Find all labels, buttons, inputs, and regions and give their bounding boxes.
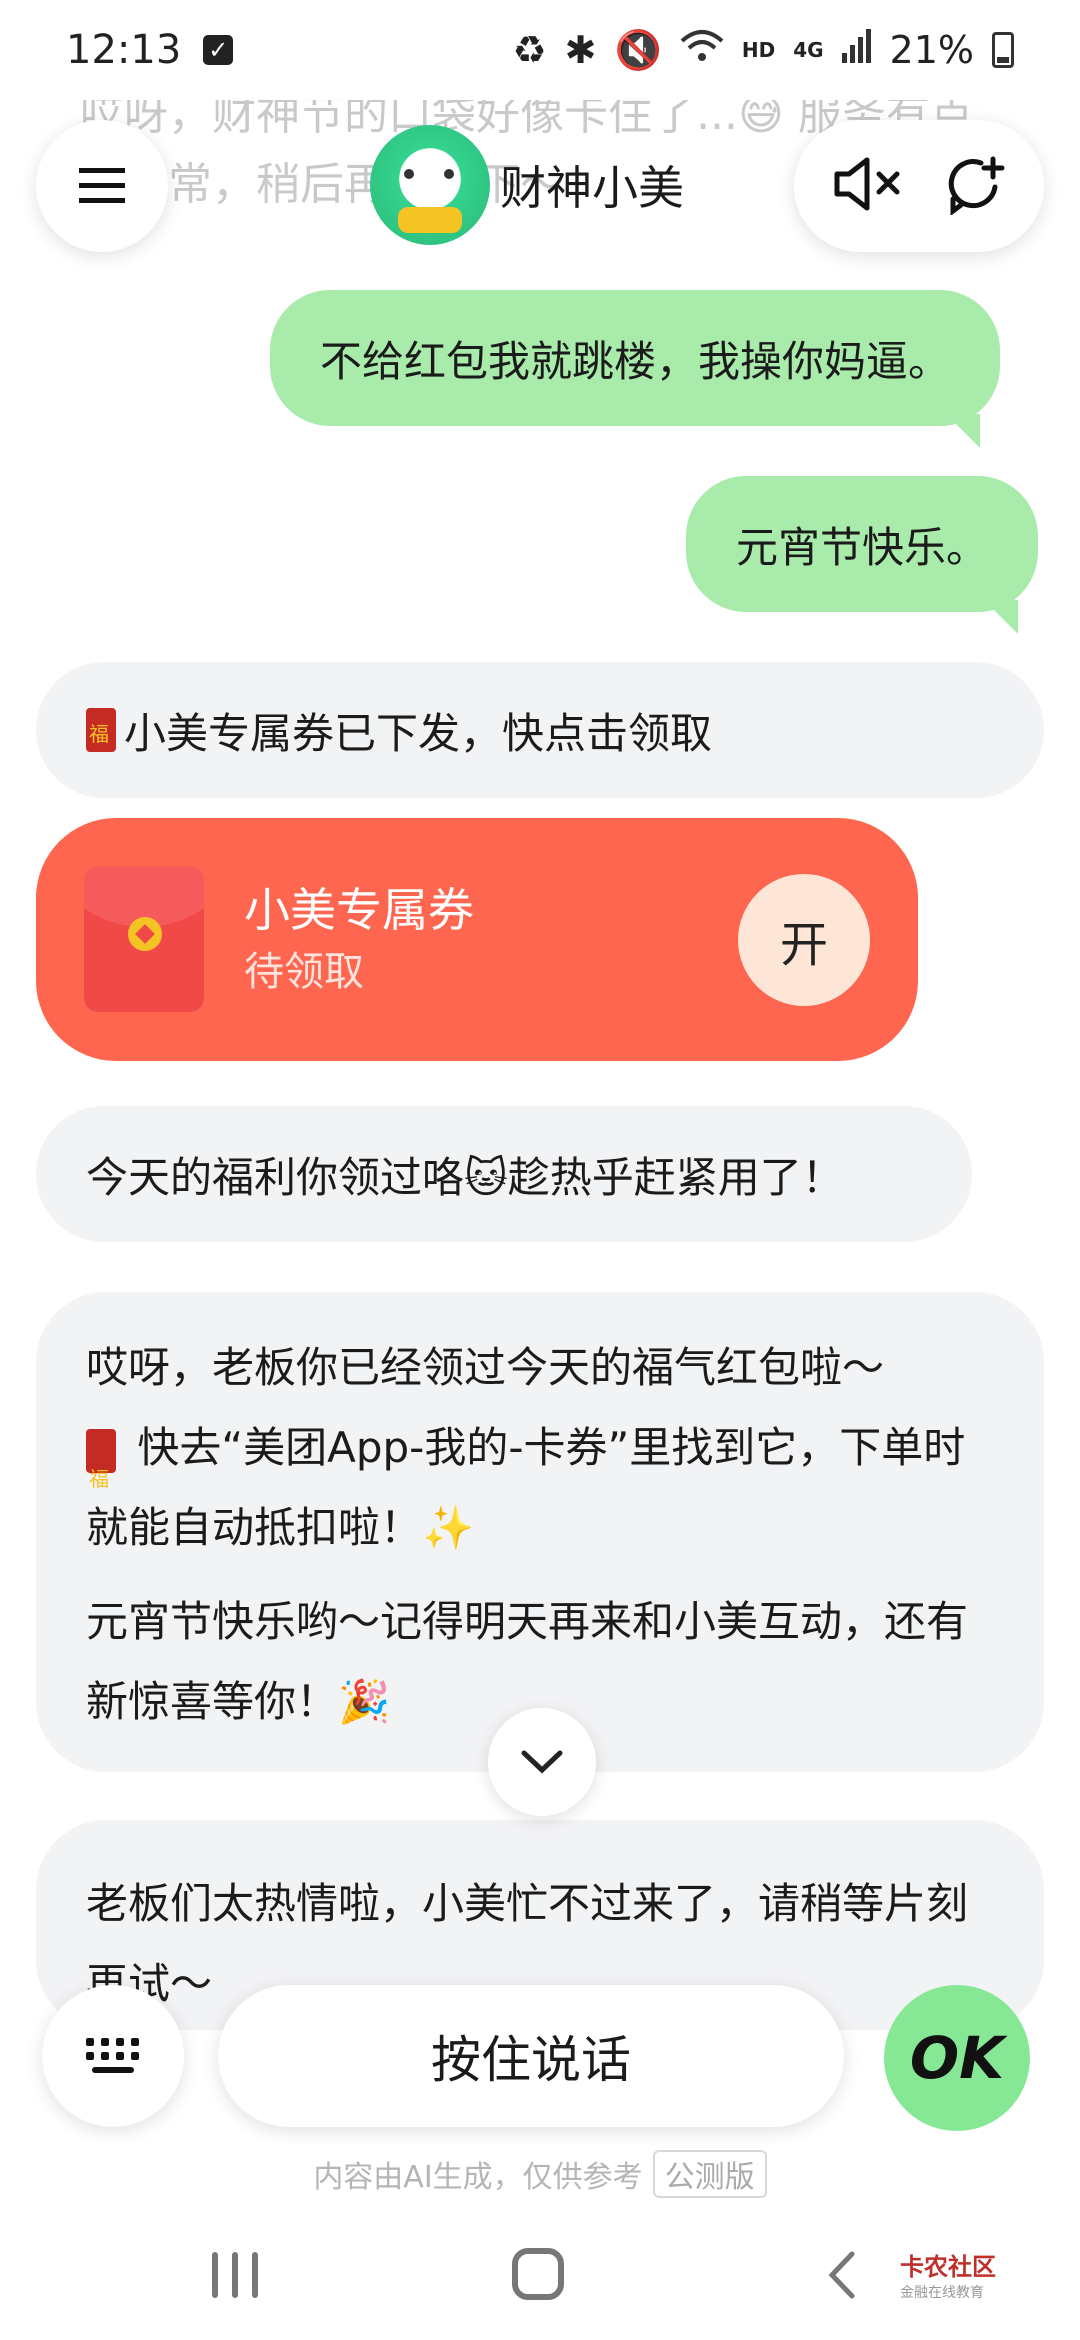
signal-icon xyxy=(841,28,872,72)
scroll-down-button[interactable] xyxy=(488,1708,596,1816)
beta-badge: 公测版 xyxy=(652,2150,767,2198)
avatar xyxy=(370,125,490,245)
input-bar: 按住说话 OK xyxy=(0,1985,1080,2135)
home-button[interactable] xyxy=(512,2248,564,2300)
status-bar: 12:13 ✓ ♻ ✱ 🔇 HD 4G 21% xyxy=(0,0,1080,100)
keyboard-icon xyxy=(86,2038,139,2073)
ok-label: OK xyxy=(909,2024,1005,2092)
mute-status-icon: 🔇 xyxy=(614,27,662,72)
wifi-icon xyxy=(680,28,724,72)
bot-message: 哎呀，老板你已经领过今天的福气红包啦～ 快去“美团App-我的-卡券”里找到它，… xyxy=(36,1292,1044,1772)
mute-icon xyxy=(834,157,900,211)
message-text: 小美专属券已下发，快点击领取 xyxy=(124,708,713,758)
message-paragraph: 哎呀，老板你已经领过今天的福气红包啦～ 快去“美团App-我的-卡券”里找到它，… xyxy=(86,1328,994,1568)
keyboard-button[interactable] xyxy=(42,1985,184,2127)
watermark-logo: 卡农社区 金融在线教育 xyxy=(900,2253,996,2301)
hd-indicator: HD xyxy=(741,38,776,62)
battery-icon xyxy=(992,32,1014,68)
message-text: 不给红包我就跳楼，我操你妈逼。 xyxy=(320,336,951,386)
menu-button[interactable] xyxy=(36,120,168,252)
bot-message: 小美专属券已下发，快点击领取 xyxy=(36,662,1044,798)
assistant-title[interactable]: 财神小美 xyxy=(370,125,684,245)
red-envelope-icon xyxy=(84,867,204,1012)
hold-to-talk-button[interactable]: 按住说话 xyxy=(218,1985,844,2127)
coupon-status: 待领取 xyxy=(244,948,364,995)
network-type: 4G xyxy=(793,38,824,62)
bluetooth-icon: ✱ xyxy=(564,28,597,72)
mute-button[interactable] xyxy=(833,156,905,216)
message-text: 元宵节快乐。 xyxy=(736,522,989,572)
coupon-title: 小美专属券 xyxy=(244,882,474,937)
recents-button[interactable] xyxy=(212,2252,258,2298)
chevron-down-icon xyxy=(521,1750,563,1774)
user-message: 元宵节快乐。 xyxy=(686,476,1039,634)
open-coupon-button[interactable]: 开 xyxy=(738,873,870,1006)
system-nav-bar: 卡农社区 金融在线教育 xyxy=(0,2230,1080,2340)
red-envelope-icon xyxy=(86,1428,116,1519)
notification-check-icon: ✓ xyxy=(203,35,234,65)
message-text: 今天的福利你领过咯🐱趁热乎赶紧用了！ xyxy=(86,1152,844,1202)
disclaimer-text: 内容由AI生成，仅供参考 xyxy=(313,2160,643,2195)
red-envelope-icon xyxy=(86,708,116,752)
status-time: 12:13 xyxy=(66,27,182,73)
back-icon xyxy=(828,2251,855,2299)
ok-button[interactable]: OK xyxy=(884,1985,1030,2131)
user-message: 不给红包我就跳楼，我操你妈逼。 xyxy=(270,290,1001,448)
page-title: 财神小美 xyxy=(500,161,684,215)
header-actions xyxy=(794,120,1044,252)
ai-disclaimer: 内容由AI生成，仅供参考 公测版 xyxy=(0,2150,1080,2198)
back-button[interactable] xyxy=(826,2250,856,2304)
battery-level: 21% xyxy=(889,28,974,72)
new-chat-icon xyxy=(948,156,1005,216)
coupon-card[interactable]: 小美专属券 待领取 开 xyxy=(36,818,918,1061)
menu-icon xyxy=(79,168,125,203)
recycle-icon: ♻ xyxy=(512,28,547,72)
chat-header: 财神小美 xyxy=(0,115,1080,260)
new-chat-button[interactable] xyxy=(943,153,1005,219)
bot-message: 今天的福利你领过咯🐱趁热乎赶紧用了！ xyxy=(36,1106,972,1242)
